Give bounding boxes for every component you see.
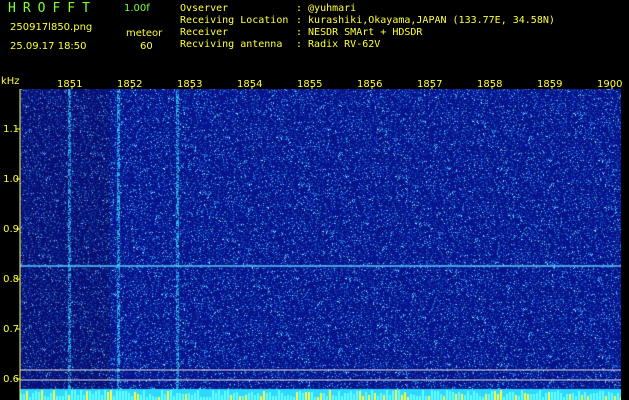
mode-label: meteor (126, 28, 163, 39)
y-axis-unit: kHz (1, 76, 20, 87)
file-name: 250917l850.png (10, 22, 93, 33)
app-version: 1.00f (124, 3, 150, 14)
info-receiver-label: Receiver (180, 27, 229, 38)
info-observer-value: : @yuhmari (296, 3, 357, 14)
spectrogram (20, 89, 621, 400)
mode-value: 60 (140, 41, 153, 52)
header-panel: HROFFT 1.00f 250917l850.png meteor 25.09… (0, 0, 629, 78)
info-location-value: : kurashiki,Okayama,JAPAN (133.77E, 34.5… (296, 15, 555, 26)
info-receiver-value: : NESDR SMArt + HDSDR (296, 27, 423, 38)
app-brand: HROFFT (8, 1, 97, 16)
info-observer-label: Ovserver (180, 3, 229, 14)
y-tick-label: 0.9 (3, 224, 19, 235)
info-antenna-value: : Radix RV-62V (296, 39, 381, 50)
y-tick-label: 1.0 (3, 174, 19, 185)
y-tick-label: 0.6 (3, 374, 19, 385)
y-tick-label: 0.8 (3, 274, 19, 285)
y-tick-label: 0.7 (3, 324, 19, 335)
info-antenna-label: Recviving antenna (180, 39, 283, 50)
date-time: 25.09.17 18:50 (10, 41, 87, 52)
y-tick-label: 1.1 (3, 124, 19, 135)
info-location-label: Receiving Location (180, 15, 289, 26)
